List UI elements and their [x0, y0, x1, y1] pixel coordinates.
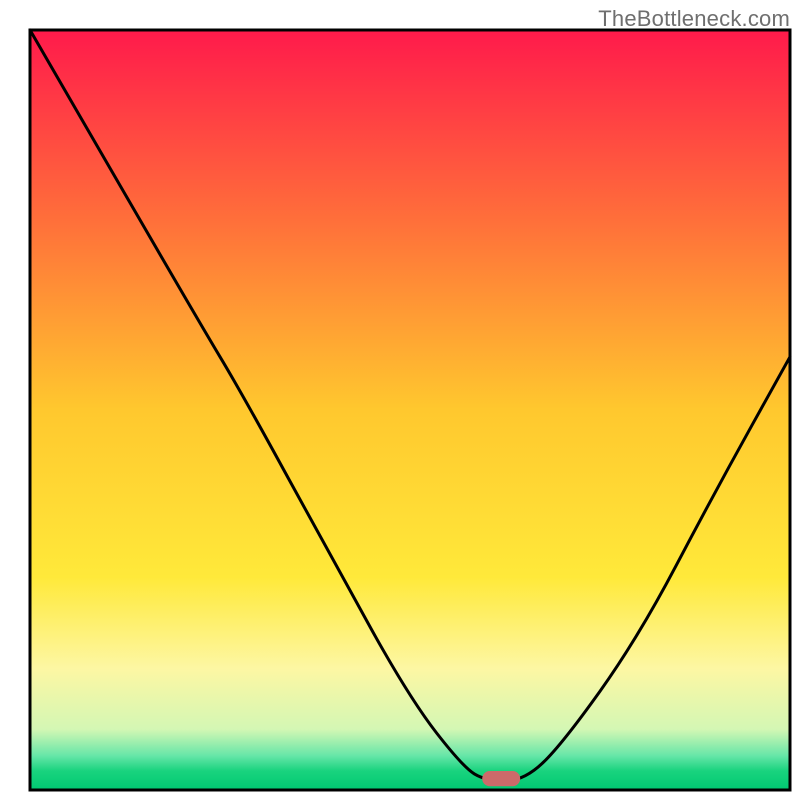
watermark-text: TheBottleneck.com	[598, 6, 790, 32]
chart-stage: TheBottleneck.com	[0, 0, 800, 800]
minimum-marker	[482, 771, 520, 786]
chart-svg	[0, 0, 800, 800]
gradient-background	[30, 30, 790, 790]
plot-area	[30, 30, 790, 790]
